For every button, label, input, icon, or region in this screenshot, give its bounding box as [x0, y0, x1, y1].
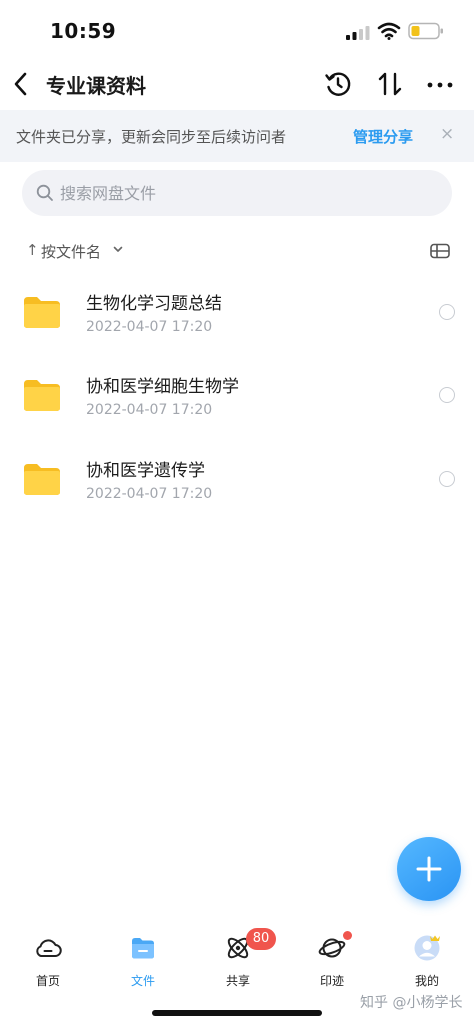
- view-mode-icon[interactable]: [430, 243, 450, 259]
- share-banner: 文件夹已分享，更新会同步至后续访问者 管理分享 ×: [0, 110, 474, 162]
- tab-label: 首页: [35, 974, 60, 988]
- planet-icon: [318, 938, 346, 958]
- plus-icon: [416, 856, 442, 882]
- tab-label: 共享: [225, 974, 250, 988]
- battery-icon: [408, 22, 443, 40]
- tab-files[interactable]: 文件: [108, 930, 178, 988]
- notification-badge: 80: [246, 928, 276, 950]
- tab-label: 文件: [130, 974, 155, 988]
- avatar-icon: [414, 935, 440, 961]
- file-name: 协和医学遗传学: [86, 461, 205, 481]
- manage-share-link[interactable]: 管理分享: [353, 126, 413, 147]
- select-radio[interactable]: [439, 387, 455, 403]
- status-bar: 10:59: [0, 0, 474, 62]
- banner-close-icon[interactable]: ×: [440, 124, 454, 144]
- back-arrow-icon[interactable]: [10, 70, 32, 98]
- watermark: 知乎 @小杨学长: [360, 995, 463, 1011]
- tab-footprint[interactable]: 印迹: [297, 930, 367, 988]
- file-name: 生物化学习题总结: [86, 294, 222, 314]
- search-input[interactable]: [60, 178, 420, 208]
- search-box[interactable]: [22, 170, 452, 216]
- share-banner-text: 文件夹已分享，更新会同步至后续访问者: [16, 128, 287, 146]
- file-date: 2022-04-07 17:20: [86, 319, 213, 335]
- sort-by-name-button[interactable]: 按文件名: [41, 241, 101, 262]
- sort-row: ↑ 按文件名: [0, 236, 474, 266]
- unread-dot: [343, 931, 352, 940]
- folder-icon: [132, 938, 154, 959]
- history-icon[interactable]: [324, 70, 352, 98]
- wifi-icon: [377, 22, 401, 40]
- tab-label: 印迹: [319, 974, 344, 988]
- more-options-icon[interactable]: [426, 74, 454, 96]
- folder-icon: [24, 464, 60, 495]
- select-radio[interactable]: [439, 471, 455, 487]
- file-date: 2022-04-07 17:20: [86, 486, 213, 502]
- home-indicator: [152, 1010, 322, 1016]
- select-radio[interactable]: [439, 304, 455, 320]
- search-icon: [36, 184, 53, 201]
- file-list-item[interactable]: 协和医学细胞生物学 2022-04-07 17:20: [0, 358, 474, 442]
- page-title: 专业课资料: [46, 74, 146, 98]
- add-button[interactable]: [397, 837, 461, 901]
- file-list-item[interactable]: 协和医学遗传学 2022-04-07 17:20: [0, 442, 474, 526]
- file-name: 协和医学细胞生物学: [86, 377, 239, 397]
- tab-home[interactable]: 首页: [13, 930, 83, 988]
- nav-bar: 专业课资料: [0, 62, 474, 108]
- tab-label: 我的: [414, 974, 439, 988]
- file-date: 2022-04-07 17:20: [86, 402, 213, 418]
- status-time: 10:59: [50, 19, 117, 43]
- chevron-down-icon[interactable]: [112, 243, 124, 255]
- tab-bar: 首页 文件 共享 印迹 我的 80: [0, 922, 474, 992]
- cellular-signal-icon: [346, 26, 370, 40]
- file-list-item[interactable]: 生物化学习题总结 2022-04-07 17:20: [0, 275, 474, 359]
- sort-order-icon[interactable]: [376, 70, 404, 98]
- cloud-icon: [36, 939, 62, 957]
- folder-icon: [24, 297, 60, 328]
- sort-direction-icon[interactable]: ↑: [26, 241, 39, 259]
- folder-icon: [24, 380, 60, 411]
- tab-profile[interactable]: 我的: [392, 930, 462, 988]
